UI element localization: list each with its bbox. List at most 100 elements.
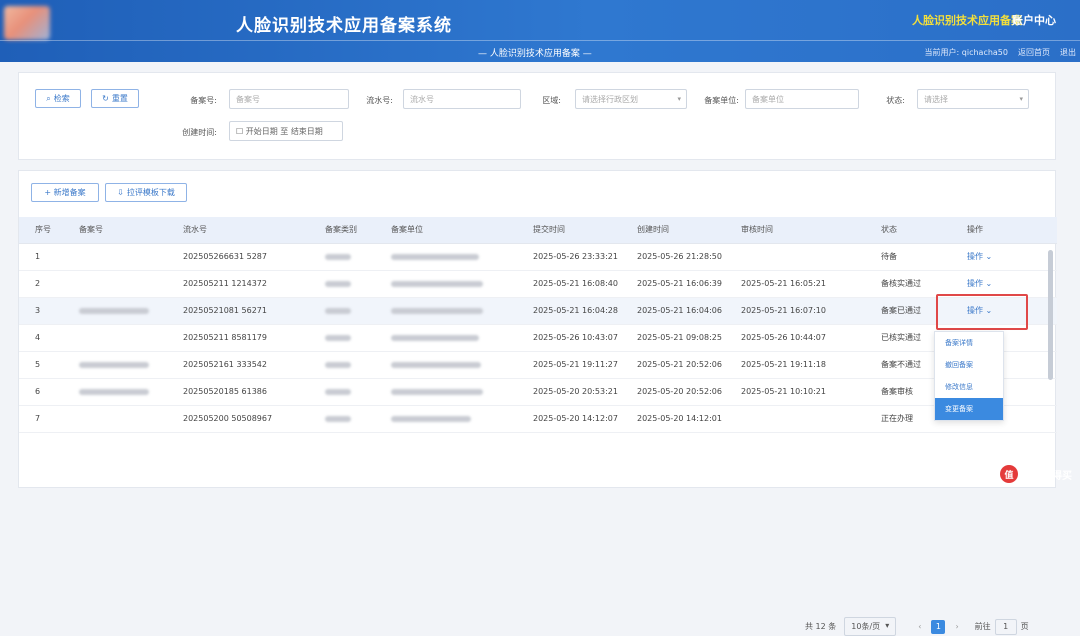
cell-index: 2: [19, 270, 63, 297]
table-header-row: 序号 备案号 流水号 备案类别 备案单位 提交时间 创建时间 审核时间 状态 操…: [19, 217, 1057, 243]
status-placeholder: 请选择: [924, 94, 948, 105]
status-select[interactable]: 请选择 ▾: [917, 89, 1029, 109]
back-home-link[interactable]: 返回首页: [1018, 47, 1050, 58]
actions-dropdown-menu: 备案详情 撤回备案 修改信息 变更备案: [934, 331, 1004, 421]
redacted-text: [325, 335, 351, 341]
col-actions: 操作: [951, 217, 1057, 243]
logout-link[interactable]: 退出: [1060, 47, 1076, 58]
user-info: 当前用户: qichacha50 返回首页 退出: [925, 47, 1076, 58]
cell-review-time: 2025-05-21 16:05:21: [725, 270, 865, 297]
redacted-text: [391, 416, 471, 422]
col-review-time: 审核时间: [725, 217, 865, 243]
table-row: 4 202505211 8581179 2025-05-26 10:43:07 …: [19, 324, 1057, 351]
cell-filing-no: [63, 243, 167, 270]
row-action-link[interactable]: 操作: [967, 279, 983, 288]
prev-page-button[interactable]: ‹: [918, 622, 921, 631]
col-filing-no: 备案号: [63, 217, 167, 243]
download-icon: ⇩: [117, 188, 124, 197]
search-button[interactable]: ⌕ 检索: [35, 89, 81, 108]
cell-index: 5: [19, 351, 63, 378]
redacted-text: [391, 335, 479, 341]
redacted-text: [391, 389, 483, 395]
cell-status: 备核实通过: [865, 270, 951, 297]
table-scrollbar[interactable]: [1048, 250, 1053, 380]
watermark-text: 什么值得买: [1022, 467, 1072, 482]
cell-filing-no: [63, 378, 167, 405]
next-page-button[interactable]: ›: [955, 622, 958, 631]
menu-item-modify-info[interactable]: 修改信息: [935, 376, 1003, 398]
process-no-input[interactable]: 流水号: [403, 89, 521, 109]
new-filing-button[interactable]: + 新增备案: [31, 183, 99, 202]
cell-filing-no: [63, 270, 167, 297]
menu-item-change-filing[interactable]: 变更备案: [935, 398, 1003, 420]
cell-review-time: 2025-05-21 10:10:21: [725, 378, 865, 405]
cell-review-time: [725, 243, 865, 270]
cell-category: [309, 324, 375, 351]
chevron-down-icon: ⌄: [986, 252, 993, 261]
user-label: 当前用户:: [925, 48, 960, 57]
site-watermark: 值 什么值得买: [1000, 465, 1072, 483]
filing-no-input[interactable]: 备案号: [229, 89, 349, 109]
page-size-value: 10条/页: [851, 621, 880, 632]
download-template-button[interactable]: ⇩拉评模板下载: [105, 183, 187, 202]
redacted-text: [325, 389, 351, 395]
col-category: 备案类别: [309, 217, 375, 243]
cell-unit: [375, 378, 517, 405]
region-select[interactable]: 请选择行政区划▾: [575, 89, 687, 109]
goto-label: 前往: [975, 621, 991, 632]
cell-process-no: 202505200 50508967: [167, 405, 309, 432]
app-header: 人脸识别技术应用备案系统 人脸识别技术应用备案 账户中心 — 人脸识别技术应用备…: [0, 0, 1080, 62]
cell-filing-no: [63, 297, 167, 324]
cell-created-time: 2025-05-21 16:04:06: [621, 297, 725, 324]
app-logo: [4, 6, 50, 40]
reset-button[interactable]: ↻重置: [91, 89, 139, 108]
region-placeholder: 请选择行政区划: [582, 94, 638, 105]
goto-page-input[interactable]: 1: [995, 619, 1017, 635]
goto-suffix: 页: [1021, 621, 1029, 632]
table-row: 6 20250520185 61386 2025-05-20 20:53:21 …: [19, 378, 1057, 405]
date-range-picker[interactable]: ☐ 开始日期 至 结束日期: [229, 121, 343, 141]
cell-index: 3: [19, 297, 63, 324]
redacted-text: [79, 308, 149, 314]
table-row: 1 202505266631 5287 2025-05-26 23:33:21 …: [19, 243, 1057, 270]
cell-index: 1: [19, 243, 63, 270]
redacted-text: [325, 254, 351, 260]
cell-unit: [375, 270, 517, 297]
cell-created-time: 2025-05-21 16:06:39: [621, 270, 725, 297]
cell-submit-time: 2025-05-21 19:11:27: [517, 351, 621, 378]
page-1-button[interactable]: 1: [931, 620, 945, 634]
cell-index: 7: [19, 405, 63, 432]
cell-actions[interactable]: 操作 ⌄: [951, 243, 1057, 270]
cell-submit-time: 2025-05-26 10:43:07: [517, 324, 621, 351]
filing-table: 序号 备案号 流水号 备案类别 备案单位 提交时间 创建时间 审核时间 状态 操…: [19, 217, 1057, 433]
table-row: 2 202505211 1214372 2025-05-21 16:08:40 …: [19, 270, 1057, 297]
cell-category: [309, 243, 375, 270]
cell-filing-no: [63, 351, 167, 378]
highlight-box: [936, 294, 1028, 330]
cell-unit: [375, 351, 517, 378]
cell-unit: [375, 297, 517, 324]
cell-submit-time: 2025-05-20 20:53:21: [517, 378, 621, 405]
table-row: 3 20250521081 56271 2025-05-21 16:04:28 …: [19, 297, 1057, 324]
search-panel: ⌕检索 ↻重置 备案号: 备案号 流水号: 流水号 区域: 请选择行政区划▾ 备…: [18, 72, 1056, 160]
status-label: 状态:: [865, 95, 905, 106]
row-action-link[interactable]: 操作: [967, 252, 983, 261]
menu-item-withdraw-filing[interactable]: 撤回备案: [935, 354, 1003, 376]
cell-process-no: 202505266631 5287: [167, 243, 309, 270]
cell-category: [309, 270, 375, 297]
smzdm-logo-icon: 值: [1000, 465, 1018, 483]
process-no-label: 流水号:: [345, 95, 393, 106]
col-unit: 备案单位: [375, 217, 517, 243]
chevron-down-icon: ▾: [1019, 95, 1023, 103]
search-button-label: 检索: [54, 93, 70, 104]
cell-process-no: 20250520185 61386: [167, 378, 309, 405]
menu-item-filing-details[interactable]: 备案详情: [935, 332, 1003, 354]
page-size-select[interactable]: 10条/页▾: [844, 617, 896, 636]
account-center-link[interactable]: 账户中心: [1012, 12, 1056, 28]
cell-actions[interactable]: 操作 ⌄: [951, 270, 1057, 297]
unit-input[interactable]: 备案单位: [745, 89, 859, 109]
cell-review-time: 2025-05-26 10:44:07: [725, 324, 865, 351]
cell-index: 4: [19, 324, 63, 351]
cell-category: [309, 378, 375, 405]
search-icon: ⌕: [46, 94, 50, 104]
